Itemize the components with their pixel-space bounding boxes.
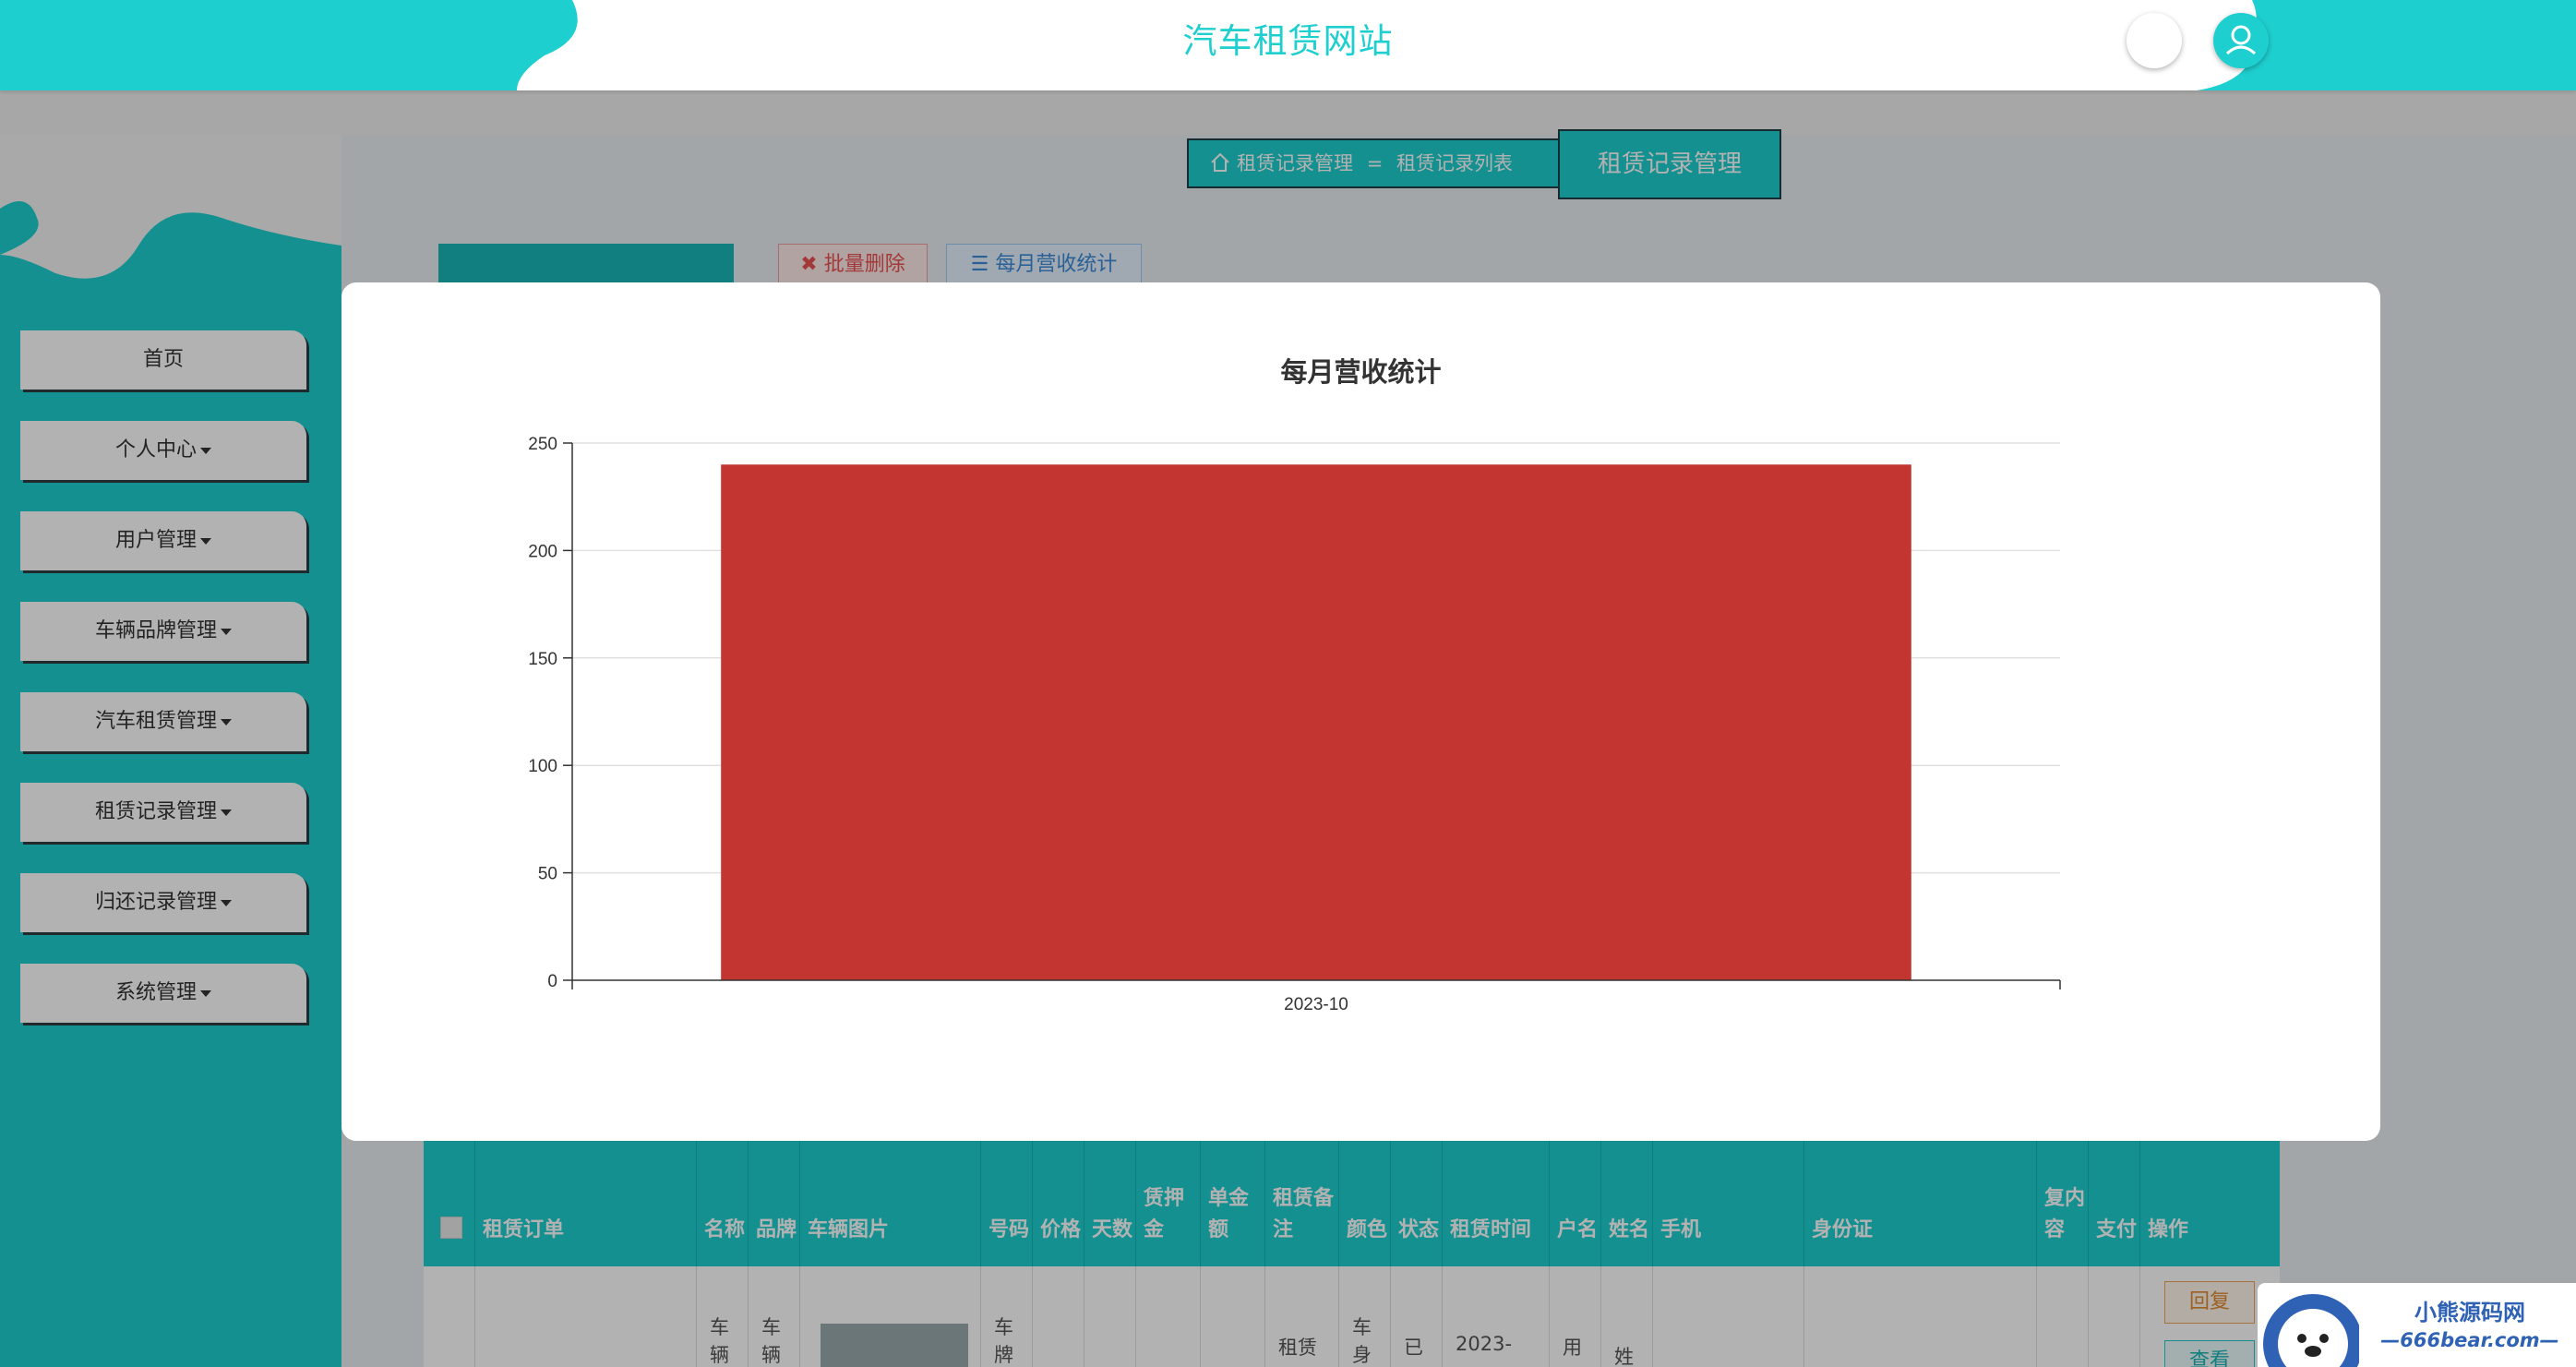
bear-logo-icon	[2263, 1294, 2359, 1367]
chart-bars	[721, 464, 1911, 980]
site-title: 汽车租赁网站	[1182, 21, 1394, 61]
theme-toggle-button[interactable]	[2127, 13, 2182, 68]
y-tick-label: 250	[528, 435, 557, 454]
x-tick-label: 2023-10	[1284, 995, 1348, 1014]
watermark-url: —666bear.com—	[2380, 1329, 2559, 1351]
y-tick-label: 0	[547, 972, 557, 991]
x-axis: 2023-10	[571, 979, 2061, 1014]
user-icon	[2225, 25, 2257, 55]
y-tick-label: 50	[538, 865, 557, 884]
bar-chart: 0 50 100 150 200 250 2023-10	[528, 435, 2061, 1014]
y-tick-label: 200	[528, 542, 557, 561]
watermark: 小熊源码网 —666bear.com—	[2258, 1283, 2576, 1367]
y-axis: 0 50 100 150 200 250	[528, 435, 573, 991]
bar	[721, 464, 1911, 980]
y-tick-label: 150	[528, 650, 557, 669]
watermark-title: 小熊源码网	[2414, 1300, 2525, 1325]
top-header: 汽车租赁网站	[0, 0, 2576, 90]
y-tick-label: 100	[528, 757, 557, 776]
stats-modal: 每月营收统计 0 50 100 150 200 250 2023-10	[341, 282, 2380, 1141]
user-avatar-button[interactable]	[2213, 13, 2269, 68]
